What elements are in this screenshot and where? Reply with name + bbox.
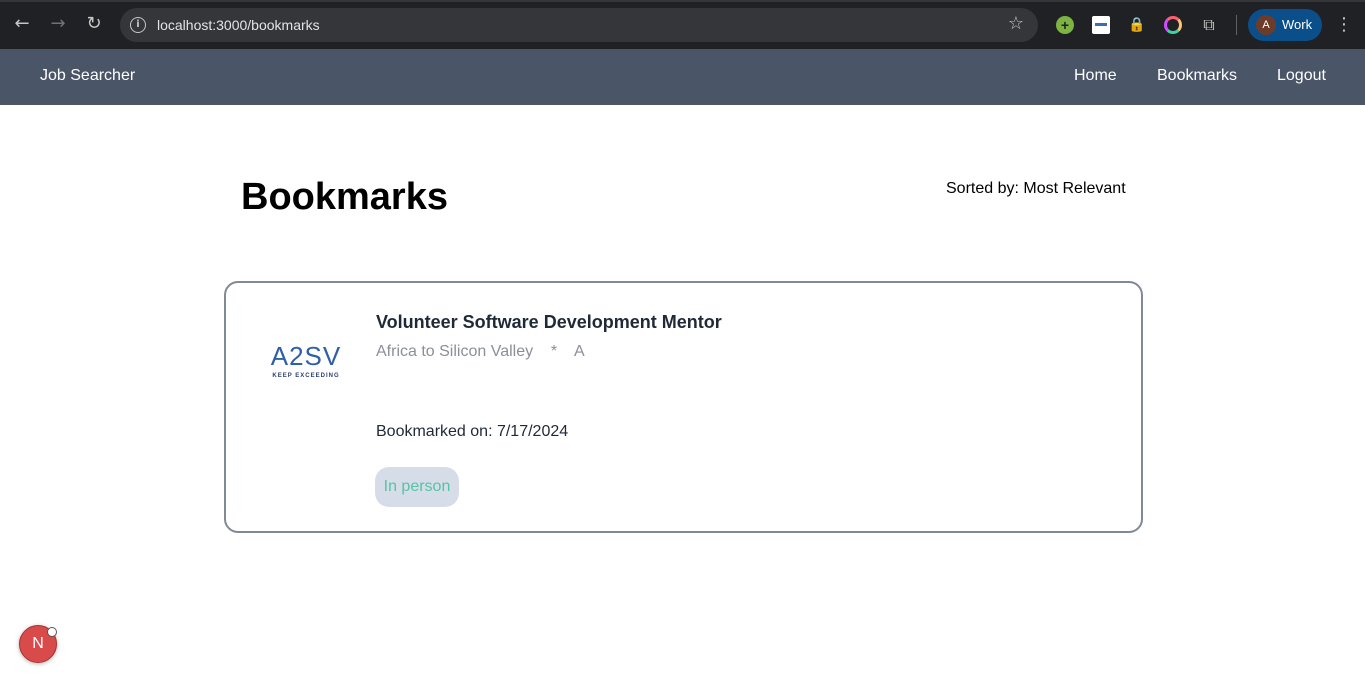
page-title: Bookmarks	[241, 176, 448, 218]
nav-logout-link[interactable]: Logout	[1277, 67, 1326, 85]
browser-toolbar: ← → ↻ i localhost:3000/bookmarks ☆ + 🔒 ⧉…	[0, 0, 1365, 49]
profile-label: Work	[1282, 17, 1313, 32]
back-arrow-icon[interactable]: ←	[10, 12, 34, 36]
address-url[interactable]: localhost:3000/bookmarks	[157, 17, 320, 33]
address-bar[interactable]: i localhost:3000/bookmarks ☆	[120, 8, 1038, 42]
profile-avatar: A	[1256, 15, 1276, 35]
site-info-icon[interactable]: i	[130, 17, 146, 33]
dev-badge-indicator	[47, 627, 57, 637]
browser-menu-icon[interactable]: ⋮	[1334, 13, 1354, 37]
company-name: Africa to Silicon Valley	[376, 343, 534, 360]
extensions-puzzle-icon[interactable]: ⧉	[1200, 16, 1218, 34]
logo-tagline: KEEP EXCEEDING	[272, 373, 339, 379]
job-location: A	[574, 343, 585, 360]
meta-separator: *	[550, 343, 558, 360]
app-navbar: Job Searcher Home Bookmarks Logout	[0, 49, 1365, 105]
job-meta: Africa to Silicon Valley * A	[376, 343, 585, 361]
company-logo: A2SV KEEP EXCEEDING	[271, 341, 342, 379]
extension-lock-icon[interactable]: 🔒	[1128, 16, 1146, 34]
reload-icon[interactable]: ↻	[82, 12, 106, 36]
brand-link[interactable]: Job Searcher	[40, 67, 135, 85]
toolbar-divider	[1236, 15, 1237, 35]
bookmark-star-icon[interactable]: ☆	[1008, 13, 1024, 34]
forward-arrow-icon[interactable]: →	[46, 12, 70, 36]
extension-color-ring-icon[interactable]	[1164, 16, 1182, 34]
job-title[interactable]: Volunteer Software Development Mentor	[376, 312, 722, 333]
nav-bookmarks-link[interactable]: Bookmarks	[1157, 67, 1237, 85]
tab-strip-edge	[0, 0, 1365, 2]
bookmarked-date: Bookmarked on: 7/17/2024	[376, 423, 569, 440]
sort-indicator[interactable]: Sorted by: Most Relevant	[946, 180, 1126, 198]
profile-button[interactable]: A Work	[1248, 9, 1322, 41]
extension-a2sv-icon[interactable]	[1092, 16, 1110, 34]
extension-plus-icon[interactable]: +	[1056, 16, 1074, 34]
nav-home-link[interactable]: Home	[1074, 67, 1117, 85]
bookmark-card[interactable]: A2SV KEEP EXCEEDING Volunteer Software D…	[224, 281, 1143, 533]
job-type-badge: In person	[375, 467, 459, 507]
logo-wordmark: A2SV	[271, 341, 342, 371]
